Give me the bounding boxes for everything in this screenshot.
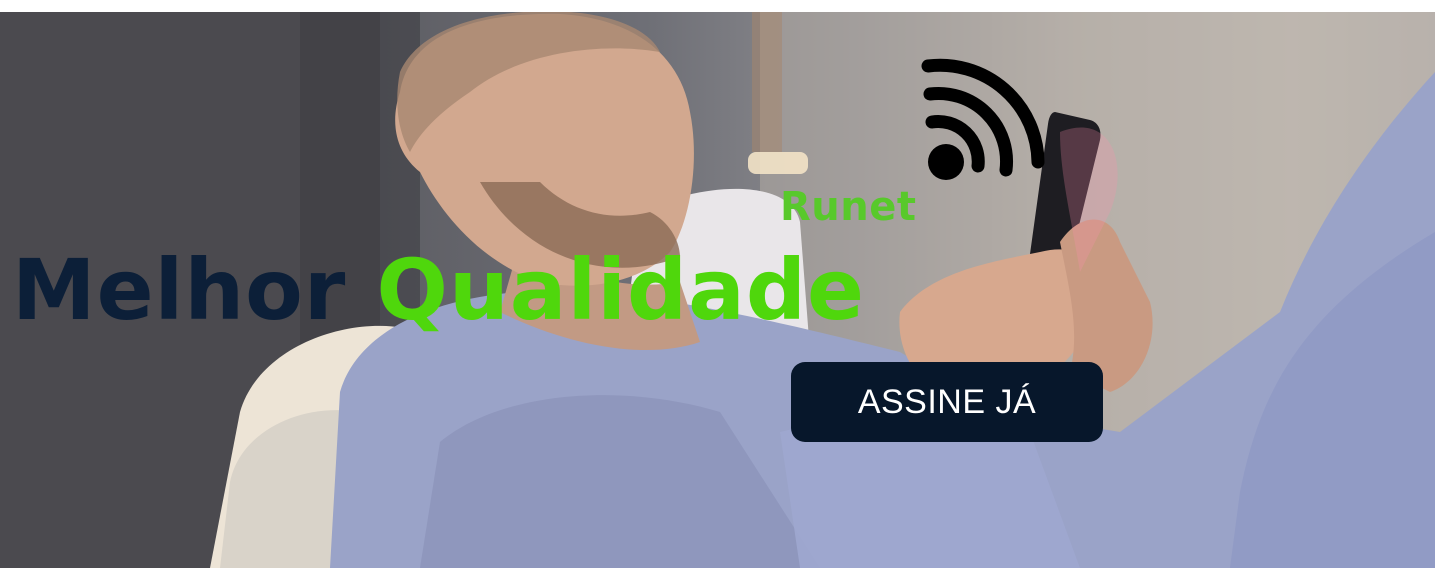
- wall-stripe: [752, 12, 782, 152]
- headline-part-1: Melhor: [12, 241, 347, 339]
- headline-part-2: Qualidade: [376, 241, 865, 339]
- lamp-glow: [748, 152, 808, 174]
- hero-banner: Runet Melhor Qualidade ASSINE JÁ: [0, 12, 1435, 568]
- wifi-icon: [921, 58, 1045, 180]
- subscribe-button[interactable]: ASSINE JÁ: [791, 362, 1103, 442]
- wifi-dot: [928, 144, 964, 180]
- brand-name: Runet: [780, 184, 917, 230]
- headline: Melhor Qualidade: [12, 248, 865, 332]
